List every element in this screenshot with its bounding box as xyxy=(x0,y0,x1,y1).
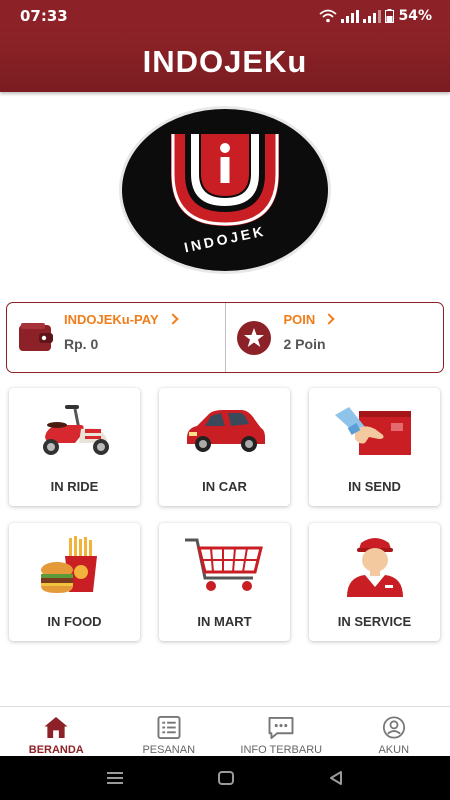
nav-label: PESANAN xyxy=(142,744,196,756)
home-icon xyxy=(44,716,68,739)
service-label: IN CAR xyxy=(202,479,247,494)
bottom-nav: BERANDA PESANAN INFO TERBARU AKUN xyxy=(0,706,450,756)
wallet-icon xyxy=(19,323,53,351)
status-bar: 07:33 54% xyxy=(0,0,450,32)
nav-label: AKUN xyxy=(378,744,410,756)
poin-text: POIN 2 Poin xyxy=(283,312,335,352)
nav-item-akun[interactable]: AKUN xyxy=(338,707,450,756)
home-button-icon[interactable] xyxy=(217,771,234,785)
car-icon xyxy=(159,400,290,462)
service-label: IN FOOD xyxy=(47,614,102,629)
pay-link[interactable]: INDOJEKu-PAY xyxy=(64,312,179,327)
recent-apps-icon[interactable] xyxy=(107,771,124,785)
service-in-mart[interactable]: IN MART xyxy=(159,523,290,641)
chevron-right-icon xyxy=(323,313,335,325)
pay-label: INDOJEKu-PAY xyxy=(64,312,159,327)
battery-icon xyxy=(385,9,395,23)
service-label: IN MART xyxy=(197,614,252,629)
service-in-car[interactable]: IN CAR xyxy=(159,388,290,506)
service-person-icon xyxy=(309,535,440,597)
cart-icon xyxy=(159,535,290,597)
service-in-ride[interactable]: IN RIDE xyxy=(9,388,140,506)
app-bar: INDOJEKu xyxy=(0,32,450,92)
app-screen: 07:33 54% INDOJEKu INDOJEK INDOJEKu-PAY … xyxy=(0,0,450,800)
nav-label: INFO TERBARU xyxy=(240,744,323,756)
service-in-send[interactable]: IN SEND xyxy=(309,388,440,506)
food-icon xyxy=(9,535,140,597)
service-in-food[interactable]: IN FOOD xyxy=(9,523,140,641)
nav-item-info-terbaru[interactable]: INFO TERBARU xyxy=(225,707,338,756)
poin-value: 2 Poin xyxy=(283,336,326,352)
system-nav-bar xyxy=(0,756,450,800)
scooter-icon xyxy=(9,400,140,462)
account-icon xyxy=(382,716,405,739)
signal-icon-2 xyxy=(363,9,382,23)
status-time: 07:33 xyxy=(20,7,68,25)
pay-section[interactable]: INDOJEKu-PAY Rp. 0 xyxy=(7,303,226,372)
poin-link[interactable]: POIN xyxy=(283,312,335,327)
status-icons: 54% xyxy=(319,8,432,24)
package-icon xyxy=(309,400,440,462)
service-label: IN SERVICE xyxy=(337,614,412,629)
star-icon xyxy=(236,321,271,355)
orders-icon xyxy=(157,716,181,739)
wallet-card: INDOJEKu-PAY Rp. 0 POIN 2 Poin xyxy=(6,302,444,373)
battery-level: 54% xyxy=(398,8,432,24)
service-label: IN RIDE xyxy=(50,479,99,494)
chat-icon xyxy=(268,716,294,739)
poin-label: POIN xyxy=(283,312,316,327)
poin-section[interactable]: POIN 2 Poin xyxy=(226,303,444,372)
nav-item-pesanan[interactable]: PESANAN xyxy=(113,707,226,756)
wifi-icon xyxy=(319,9,338,23)
app-title: INDOJEKu xyxy=(142,44,308,79)
nav-label: BERANDA xyxy=(28,744,84,756)
nav-item-beranda[interactable]: BERANDA xyxy=(0,707,113,756)
pay-text: INDOJEKu-PAY Rp. 0 xyxy=(64,312,179,352)
brand-logo: INDOJEK xyxy=(117,104,333,276)
signal-icon xyxy=(341,9,360,23)
pay-balance: Rp. 0 xyxy=(64,336,99,352)
service-in-service[interactable]: IN SERVICE xyxy=(309,523,440,641)
service-label: IN SEND xyxy=(348,479,401,494)
back-icon[interactable] xyxy=(329,771,343,785)
chevron-right-icon xyxy=(166,313,179,325)
